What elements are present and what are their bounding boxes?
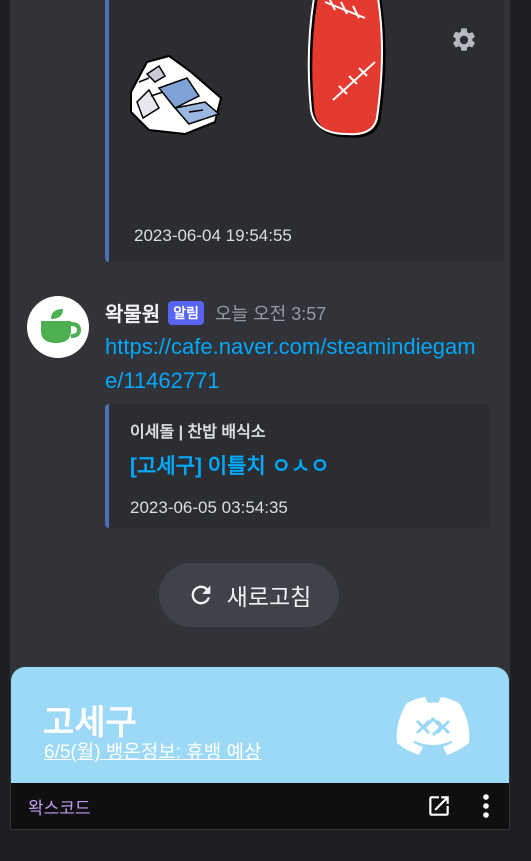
avatar[interactable] — [27, 296, 89, 358]
embed-card-post: 이세돌 | 찬밥 배식소 [고세구] 이틀치 ㅇㅅㅇ 2023-06-05 03… — [105, 404, 490, 528]
brand-name[interactable]: 왁스코드 — [28, 794, 91, 819]
refresh-label: 새로고침 — [226, 584, 312, 610]
refresh-button[interactable]: 새로고침 — [159, 563, 339, 627]
external-link-icon[interactable] — [426, 793, 452, 819]
embed-title-link[interactable]: [고세구] 이틀치 ㅇㅅㅇ — [130, 450, 330, 480]
embed-timestamp: 2023-06-05 03:54:35 — [130, 498, 288, 517]
channel-banner: 고세구 6/5(월) 뱅온정보: 휴뱅 예상 — [11, 667, 509, 783]
embed-source: 이세돌 | 찬밥 배식소 — [130, 424, 266, 441]
chibi-character-image — [130, 54, 223, 136]
cafe-cup-icon — [41, 309, 81, 343]
message-link[interactable]: https://cafe.naver.com/steamindiegame/11… — [105, 330, 490, 398]
embed-panel: 2023-06-04 19:54:55 왁물원 알림 오늘 오전 3:57 ht… — [10, 0, 510, 830]
message-time: 오늘 오전 3:57 — [214, 303, 327, 324]
discord-logo-icon — [396, 697, 470, 755]
embed-card-top: 2023-06-04 19:54:55 — [105, 0, 504, 262]
gear-icon[interactable] — [450, 26, 478, 54]
refresh-icon — [191, 585, 211, 605]
more-options-icon[interactable] — [477, 792, 495, 820]
role-badge: 알림 — [168, 300, 204, 325]
author-name[interactable]: 왁물원 — [105, 298, 160, 327]
embed-timestamp: 2023-06-04 19:54:55 — [134, 226, 292, 245]
footer-bar: 왁스코드 — [11, 783, 509, 829]
message-header: 왁물원 알림 오늘 오전 3:57 — [105, 298, 326, 327]
channel-status-link[interactable]: 6/5(월) 뱅온정보: 휴뱅 예상 — [44, 737, 262, 764]
red-cushion-image — [307, 0, 386, 138]
